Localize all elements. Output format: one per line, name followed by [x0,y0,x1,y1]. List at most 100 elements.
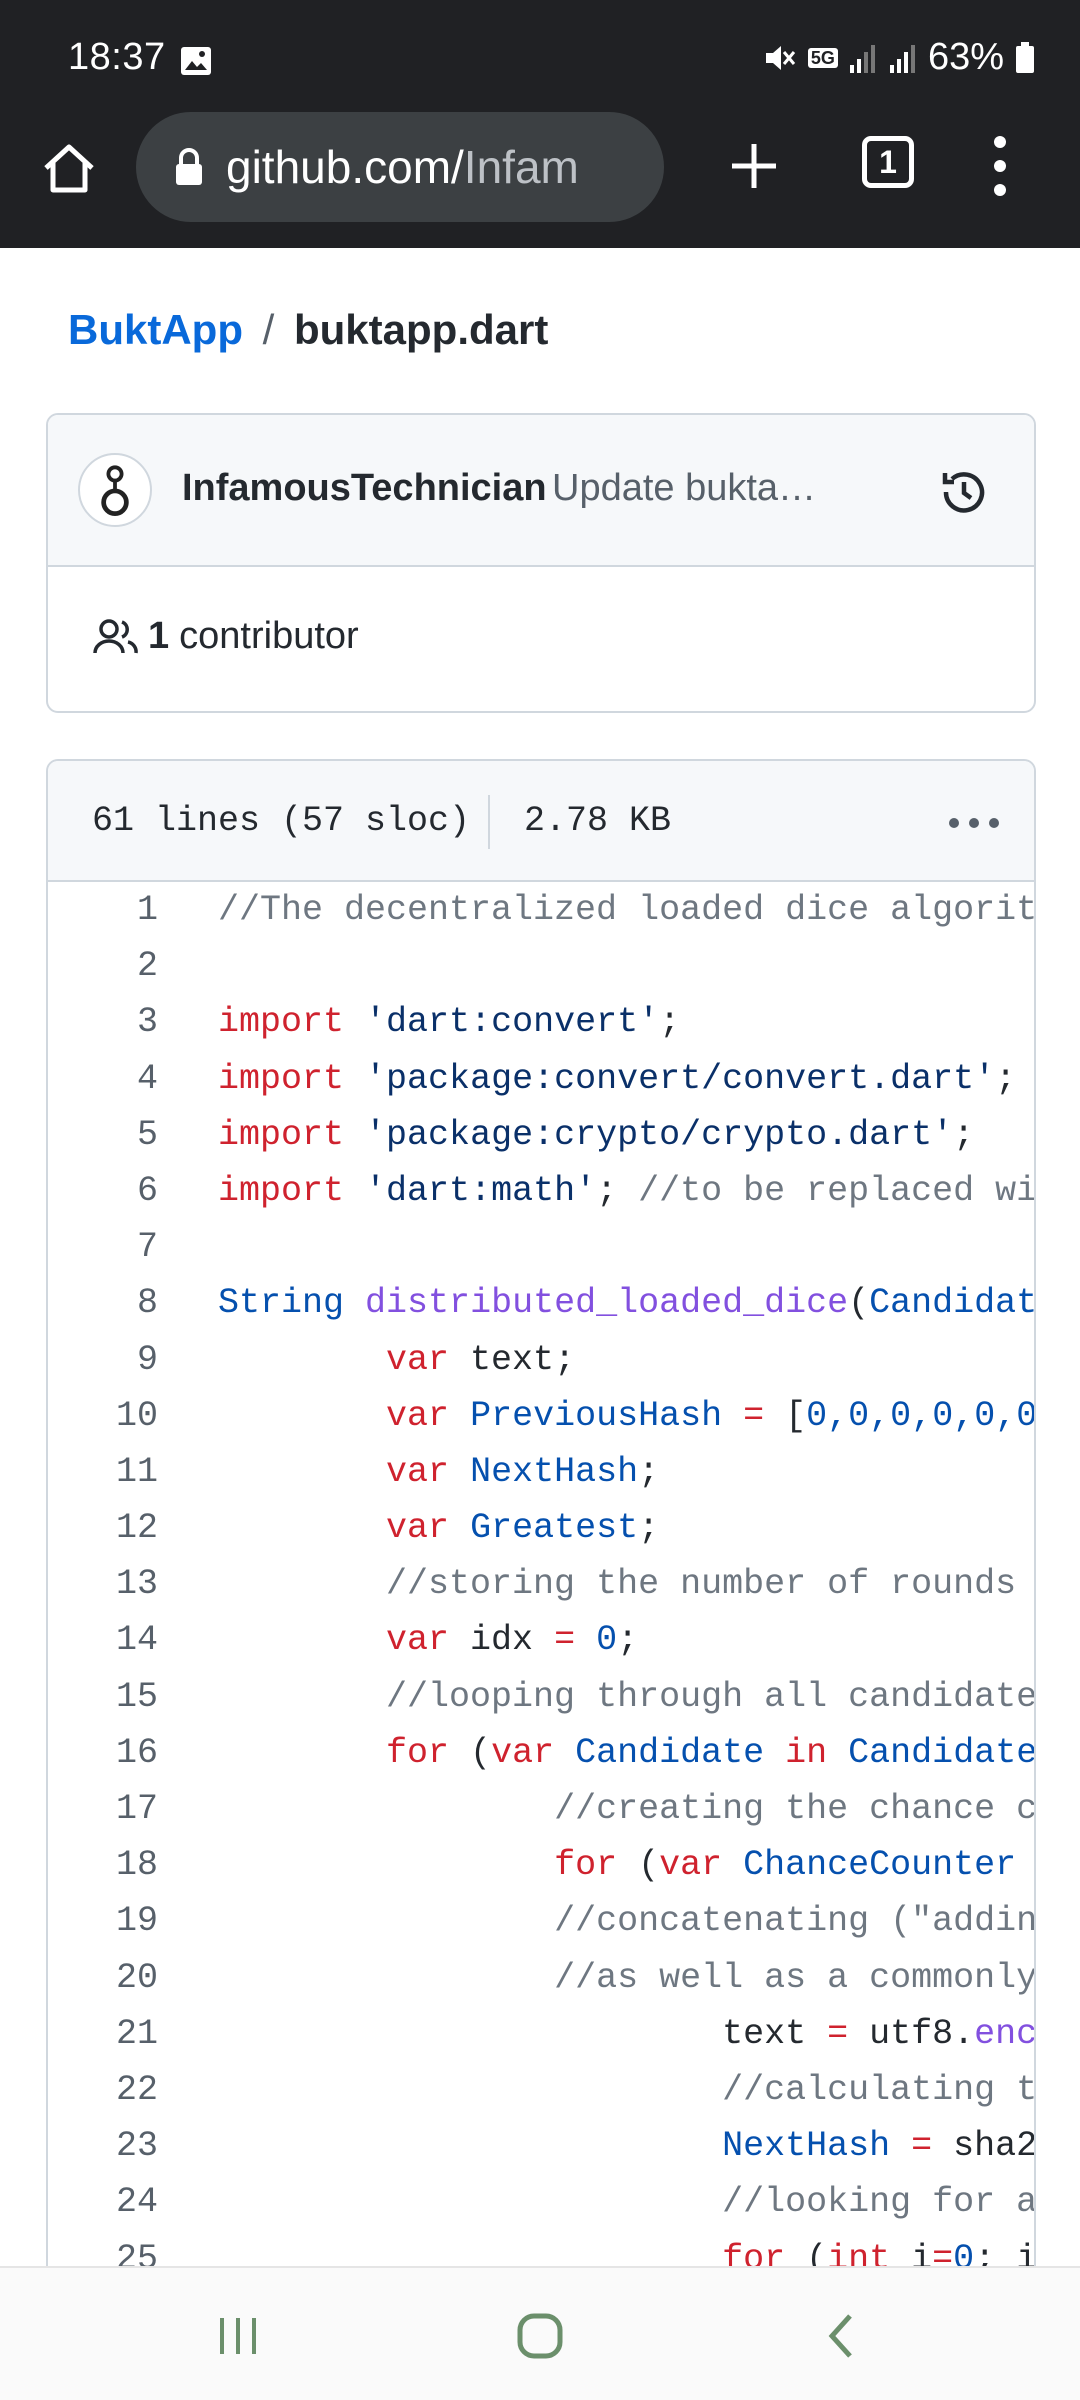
line-number[interactable]: 13 [116,1564,158,1604]
breadcrumb-repo-link[interactable]: BuktApp [68,306,243,353]
line-number[interactable]: 12 [116,1508,158,1548]
url-path: Infam [463,141,579,193]
line-number[interactable]: 22 [116,2070,158,2110]
line-number[interactable]: 2 [137,946,158,986]
contributors-row[interactable]: 1 contributor [92,615,359,658]
breadcrumb: BuktApp / buktapp.dart [68,306,548,354]
file-info-divider [488,795,490,849]
code-text: var Greatest; [386,1508,660,1549]
code-text: //storing the number of rounds in [386,1564,1036,1605]
line-number[interactable]: 21 [116,2014,158,2054]
address-bar[interactable]: github.com/Infam [136,112,664,222]
file-line-count: 61 lines (57 sloc) [92,801,471,841]
line-number[interactable]: 15 [116,1677,158,1717]
back-icon[interactable] [826,2312,856,2360]
code-text: import 'package:convert/convert.dart'; [218,1058,1017,1099]
code-text: //as well as a commonly k [554,1957,1036,1998]
line-number[interactable]: 1 [137,890,158,930]
file-viewer: 61 lines (57 sloc) 2.78 KB 1 //The decent… [46,759,1036,2279]
code-line: 20 //as well as a commonly k [48,1950,1036,2006]
line-number[interactable]: 3 [137,1002,158,1042]
line-number[interactable]: 19 [116,1901,158,1941]
latest-commit-card: InfamousTechnician Update bukta… 1 contr… [46,413,1036,713]
code-line: 24 //looking for a h [48,2174,1036,2230]
contributor-label: contributor [179,615,359,657]
line-number[interactable]: 5 [137,1115,158,1155]
code-line: 4 import 'package:convert/convert.dart'; [48,1051,1034,1107]
network-label: 5G [807,47,838,68]
latest-commit-header: InfamousTechnician Update bukta… [48,415,1034,567]
line-number[interactable]: 4 [137,1059,158,1099]
line-number[interactable]: 17 [116,1789,158,1829]
line-number[interactable]: 7 [137,1227,158,1267]
code-text: //creating the chance cou [554,1789,1036,1829]
code-line: 16 for (var Candidate in Candidates) [48,1725,1034,1781]
code-text: var NextHash; [386,1451,660,1492]
commit-message[interactable]: Update bukta… [552,467,816,510]
code-text: //looking for a h [722,2182,1036,2223]
signal-icon-2 [889,44,915,73]
code-text: //concatenating ("adding" [554,1901,1036,1942]
code-text: var PreviousHash = [0,0,0,0,0,0,0 [386,1395,1036,1436]
line-number[interactable]: 20 [116,1958,158,1998]
code-line: 9 var text; [48,1332,1034,1388]
code-text: text = utf8.encod [722,2013,1036,2054]
code-text: import 'package:crypto/crypto.dart'; [218,1114,975,1155]
line-number[interactable]: 9 [137,1340,158,1380]
recent-apps-icon[interactable] [218,2314,258,2358]
line-number[interactable]: 8 [137,1283,158,1323]
code-line: 15 //looping through all candidate r [48,1669,1034,1725]
battery-percent: 63% [927,36,1004,78]
browser-toolbar: github.com/Infam 1 [0,112,1080,248]
code-text: import 'dart:math'; //to be replaced wit… [218,1170,1036,1211]
code-line: 17 //creating the chance cou [48,1781,1036,1837]
line-number[interactable]: 11 [116,1452,158,1492]
line-number[interactable]: 24 [116,2182,158,2222]
code-line: 14 var idx = 0; [48,1612,1034,1668]
line-number[interactable]: 16 [116,1733,158,1773]
battery-icon [1016,41,1034,73]
file-size: 2.78 KB [524,801,672,841]
code-text: var idx = 0; [386,1620,639,1661]
new-tab-icon[interactable] [726,138,782,194]
file-header: 61 lines (57 sloc) 2.78 KB [48,761,1034,882]
kebab-menu-icon[interactable] [948,817,1000,829]
system-navigation-bar [0,2266,1080,2400]
line-number[interactable]: 14 [116,1620,158,1660]
mute-icon [765,45,796,70]
code-text: for (var ChanceCounter = [554,1845,1017,1886]
code-line: 12 var Greatest; [48,1500,1034,1556]
code-text: NextHash = sha256 [722,2126,1036,2167]
line-number[interactable]: 6 [137,1171,158,1211]
line-number[interactable]: 18 [116,1845,158,1885]
line-number[interactable]: 10 [116,1396,158,1436]
code-text: String distributed_loaded_dice(Candidate… [218,1283,1036,1324]
author-avatar[interactable] [78,453,152,527]
code-text: //The decentralized loaded dice algorith… [218,890,1036,930]
gallery-notification-icon [181,47,211,75]
code-text: //calculating the [722,2069,1036,2110]
breadcrumb-file-name: buktapp.dart [294,306,549,353]
history-icon[interactable] [936,465,990,519]
status-time: 18:37 [68,36,166,78]
code-line: 13 //storing the number of rounds in [48,1556,1036,1612]
home-icon[interactable] [38,138,100,200]
code-line: 10 var PreviousHash = [0,0,0,0,0,0,0 [48,1388,1036,1444]
commit-author[interactable]: InfamousTechnician [182,467,547,510]
code-line: 8 String distributed_loaded_dice(Candidat… [48,1275,1036,1331]
code-line: 5 import 'package:crypto/crypto.dart'; [48,1107,1034,1163]
code-line: 23 NextHash = sha256 [48,2118,1036,2174]
tab-switcher-button[interactable]: 1 [862,136,914,188]
line-number[interactable]: 23 [116,2126,158,2166]
more-options-icon[interactable] [990,134,1010,198]
people-icon [93,618,138,653]
code-text: var text; [386,1339,576,1380]
system-home-icon[interactable] [516,2312,564,2360]
code-line: 3 import 'dart:convert'; [48,994,1034,1050]
code-line: 19 //concatenating ("adding" [48,1893,1036,1949]
status-indicators: 5G 63% [762,36,1036,79]
code-text: import 'dart:convert'; [218,1002,681,1043]
code-line: 18 for (var ChanceCounter = [48,1837,1034,1893]
code-line: 6 import 'dart:math'; //to be replaced wi… [48,1163,1036,1219]
code-line: 21 text = utf8.encod [48,2006,1036,2062]
